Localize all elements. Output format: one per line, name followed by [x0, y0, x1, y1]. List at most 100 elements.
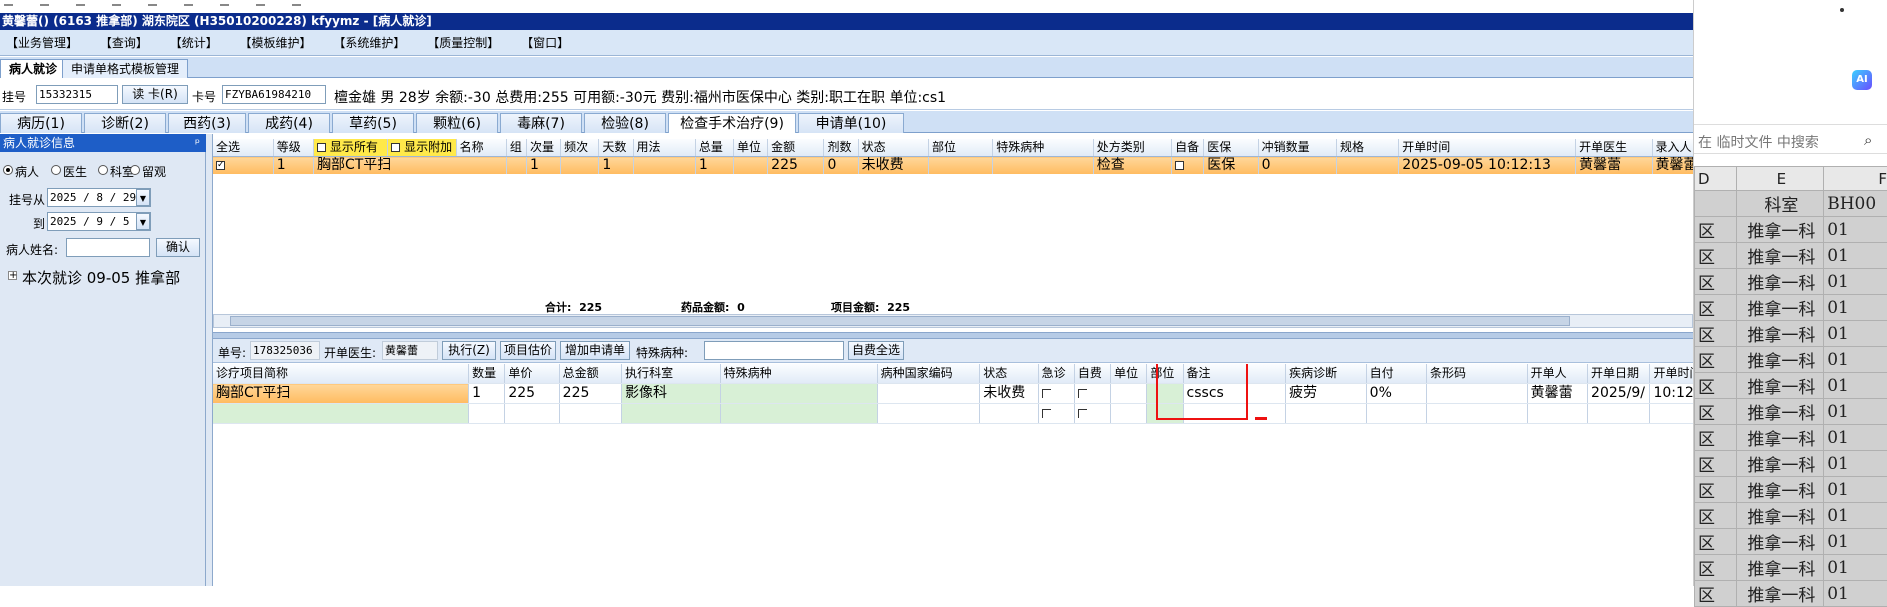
col-item-short[interactable]: 诊疗项目简称 [213, 364, 469, 384]
sheet-cell[interactable]: 01 [1824, 503, 1887, 529]
card-input[interactable]: FZYBA61984210 [222, 85, 326, 104]
sheet-cell[interactable]: 推拿一科 [1736, 217, 1824, 243]
search-icon[interactable]: ⌕ [1864, 131, 1872, 149]
col-select-all[interactable]: 全选 [213, 139, 273, 157]
show-all-toggle[interactable]: 显示所有 [313, 139, 387, 157]
sheet-cell[interactable]: 01 [1824, 555, 1887, 581]
sheet-cell[interactable]: 01 [1824, 243, 1887, 269]
cell-selfpaid-checkbox[interactable] [1074, 384, 1110, 404]
sheet-cell[interactable]: 01 [1824, 581, 1887, 607]
radio-patient[interactable] [3, 165, 13, 175]
ai-badge-icon[interactable]: AI [1852, 70, 1872, 90]
date-from-dropdown-icon[interactable]: ▼ [136, 189, 150, 206]
sheet-cell[interactable]: 区 [1695, 425, 1737, 451]
cell-selfpaid-checkbox[interactable] [1074, 404, 1110, 424]
sheet-cell[interactable]: 推拿一科 [1736, 581, 1824, 607]
add-application-button[interactable]: 增加申请单 [560, 341, 630, 360]
sheet-cell[interactable]: 区 [1695, 243, 1737, 269]
sheet-cell[interactable]: 推拿一科 [1736, 555, 1824, 581]
sheet-cell[interactable]: 区 [1695, 347, 1737, 373]
sheet-cell[interactable]: 推拿一科 [1736, 425, 1824, 451]
sheet-cell[interactable]: 区 [1695, 295, 1737, 321]
cell-emergency-checkbox[interactable] [1038, 404, 1074, 424]
menu-system[interactable]: 【系统维护】 [327, 30, 417, 56]
tab-exam-surgery[interactable]: 检查手术治疗(9) [668, 113, 796, 133]
menu-template[interactable]: 【模板维护】 [234, 30, 324, 56]
sheet-cell[interactable]: 推拿一科 [1736, 347, 1824, 373]
sheet-cell[interactable]: 推拿一科 [1736, 321, 1824, 347]
cell-exec-dept[interactable]: 影像科 [622, 384, 721, 404]
guahao-input[interactable]: 15332315 [36, 85, 118, 104]
cell-emergency-checkbox[interactable] [1038, 384, 1074, 404]
tab-diagnosis[interactable]: 诊断(2) [84, 113, 166, 133]
sheet-cell[interactable]: 区 [1695, 503, 1737, 529]
sheet-cell[interactable]: 推拿一科 [1736, 373, 1824, 399]
upper-hscrollbar[interactable] [213, 314, 1693, 328]
radio-doctor[interactable] [51, 165, 61, 175]
sheet-cell[interactable]: 区 [1695, 399, 1737, 425]
table-row[interactable]: 胸部CT平扫 1 225 225 影像科 未收费 csscs 疲劳 0% 黄馨蕾… [213, 384, 1693, 404]
sheet-cell[interactable]: 区 [1695, 555, 1737, 581]
sheet-cell[interactable]: 推拿一科 [1736, 243, 1824, 269]
sheet-cell[interactable]: 推拿一科 [1736, 477, 1824, 503]
date-to-dropdown-icon[interactable]: ▼ [136, 213, 150, 230]
sheet-cell[interactable]: 01 [1824, 321, 1887, 347]
sheet-cell[interactable]: 01 [1824, 529, 1887, 555]
search-bar[interactable]: 在 临时文件 中搜索 ⌕ [1694, 124, 1887, 154]
table-row[interactable] [213, 404, 1693, 424]
read-card-button[interactable]: 读 卡(R) [122, 85, 188, 104]
cell-special-disease[interactable] [720, 384, 877, 404]
sheet-cell[interactable]: 01 [1824, 399, 1887, 425]
menu-business[interactable]: 【业务管理】 [0, 30, 90, 56]
sheet-cell[interactable]: 区 [1695, 451, 1737, 477]
sheet-cell[interactable]: 01 [1824, 477, 1887, 503]
sheet-cell[interactable]: 推拿一科 [1736, 295, 1824, 321]
cell-self-checkbox[interactable] [1172, 157, 1204, 175]
tab-template-manage[interactable]: 申请单格式模板管理 [62, 59, 188, 78]
sheet-cell[interactable]: 区 [1695, 581, 1737, 607]
sheet-cell[interactable]: 推拿一科 [1736, 399, 1824, 425]
menu-stats[interactable]: 【统计】 [164, 30, 230, 56]
sheet-cell[interactable]: 01 [1824, 347, 1887, 373]
sheet-cell[interactable]: 推拿一科 [1736, 451, 1824, 477]
tab-lab[interactable]: 检验(8) [584, 113, 666, 133]
sheet-cell[interactable]: 区 [1695, 321, 1737, 347]
tab-western-med[interactable]: 西药(3) [168, 113, 246, 133]
tree-current-visit[interactable]: 本次就诊 09-05 推拿部 [22, 267, 180, 288]
selfpay-all-button[interactable]: 自费全选 [848, 341, 904, 360]
left-splitter[interactable] [206, 134, 213, 586]
cell-item-name[interactable]: 胸部CT平扫 [213, 384, 469, 404]
splitter[interactable] [206, 332, 1693, 339]
radio-observe[interactable] [130, 165, 140, 175]
special-input[interactable] [704, 341, 844, 360]
tab-patient-visit[interactable]: 病人就诊 [0, 59, 66, 78]
menu-query[interactable]: 【查询】 [94, 30, 160, 56]
radio-dept[interactable] [98, 165, 108, 175]
estimate-button[interactable]: 项目估价 [500, 341, 556, 360]
sheet-cell[interactable]: 区 [1695, 477, 1737, 503]
row-checkbox[interactable]: ✓ [213, 157, 273, 175]
sheet-cell[interactable]: 01 [1824, 295, 1887, 321]
sheet-cell[interactable]: 01 [1824, 373, 1887, 399]
sheet-cell[interactable]: 区 [1695, 529, 1737, 555]
patient-name-input[interactable] [66, 238, 150, 257]
tab-medical-record[interactable]: 病历(1) [0, 113, 82, 133]
tab-patent-med[interactable]: 成药(4) [248, 113, 330, 133]
sheet-cell[interactable]: 推拿一科 [1736, 503, 1824, 529]
menu-quality[interactable]: 【质量控制】 [421, 30, 511, 56]
tab-herbal[interactable]: 草药(5) [332, 113, 414, 133]
sheet-cell[interactable]: 01 [1824, 217, 1887, 243]
more-icon[interactable] [1840, 8, 1844, 12]
confirm-button[interactable]: 确认 [156, 238, 200, 257]
scroll-thumb[interactable] [230, 316, 1570, 326]
sheet-cell[interactable]: 01 [1824, 425, 1887, 451]
sheet-cell[interactable]: 区 [1695, 269, 1737, 295]
tab-narcotic[interactable]: 毒麻(7) [500, 113, 582, 133]
sheet-cell[interactable]: 01 [1824, 269, 1887, 295]
tab-granule[interactable]: 颗粒(6) [416, 113, 498, 133]
col-f[interactable]: F [1824, 167, 1887, 191]
pin-icon[interactable]: ᵖ [195, 134, 200, 152]
col-e[interactable]: E [1736, 167, 1824, 191]
menu-window[interactable]: 【窗口】 [515, 30, 581, 56]
sheet-cell[interactable]: 区 [1695, 217, 1737, 243]
